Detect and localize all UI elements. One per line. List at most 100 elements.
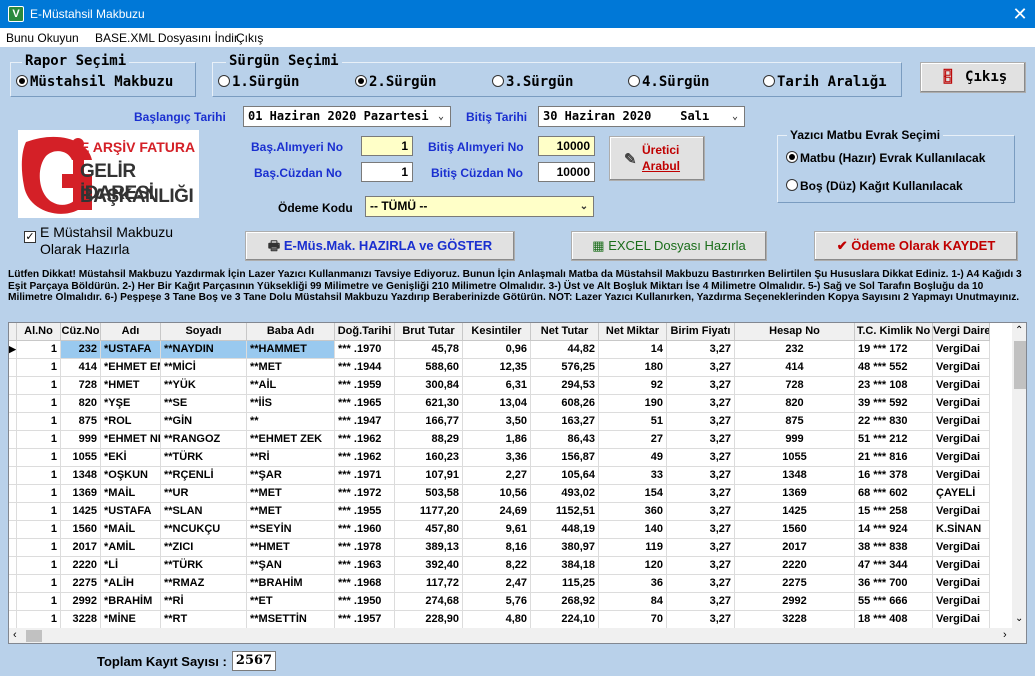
table-cell[interactable]: 16 *** 378 (855, 467, 933, 485)
table-cell[interactable]: 190 (599, 395, 667, 413)
table-row[interactable]: 1414*EHMET EMİN**MİCİ**MET*** .1944588,6… (9, 359, 1012, 377)
table-cell[interactable]: 3,27 (667, 485, 735, 503)
radio-surgun-4[interactable]: 4.Sürgün (628, 74, 709, 90)
table-cell[interactable]: 2017 (735, 539, 855, 557)
table-cell[interactable]: 48 *** 552 (855, 359, 933, 377)
table-cell[interactable]: 39 *** 592 (855, 395, 933, 413)
table-cell[interactable]: 3,27 (667, 359, 735, 377)
column-header[interactable]: Brut Tutar (395, 323, 463, 341)
table-cell[interactable]: 1369 (735, 485, 855, 503)
bit-cuz-input[interactable]: 10000 (538, 162, 595, 182)
table-cell[interactable]: *** .1963 (335, 557, 395, 575)
table-cell[interactable]: 4,80 (463, 611, 531, 629)
table-cell[interactable]: 8,22 (463, 557, 531, 575)
table-cell[interactable]: 1369 (61, 485, 101, 503)
table-cell[interactable]: 38 *** 838 (855, 539, 933, 557)
table-cell[interactable]: 105,64 (531, 467, 599, 485)
table-cell[interactable]: 1560 (61, 521, 101, 539)
table-cell[interactable]: **HMET (247, 539, 335, 557)
table-cell[interactable]: 1 (17, 467, 61, 485)
table-cell[interactable]: *BRAHİM (101, 593, 161, 611)
table-cell[interactable]: 120 (599, 557, 667, 575)
table-cell[interactable]: 119 (599, 539, 667, 557)
scroll-down-icon[interactable]: ⌄ (1015, 613, 1023, 624)
table-cell[interactable]: 1 (17, 413, 61, 431)
table-cell[interactable]: 92 (599, 377, 667, 395)
table-cell[interactable]: 5,76 (463, 593, 531, 611)
table-cell[interactable]: *** .1970 (335, 341, 395, 359)
table-cell[interactable]: 875 (61, 413, 101, 431)
menu-bunu-okuyun[interactable]: Bunu Okuyun (6, 31, 79, 45)
table-cell[interactable]: *** .1959 (335, 377, 395, 395)
table-cell[interactable]: **İİS (247, 395, 335, 413)
table-cell[interactable]: **ŞAR (247, 467, 335, 485)
table-cell[interactable]: 8,16 (463, 539, 531, 557)
table-cell[interactable]: 180 (599, 359, 667, 377)
table-cell[interactable]: 24,69 (463, 503, 531, 521)
table-cell[interactable]: 728 (61, 377, 101, 395)
table-cell[interactable]: **TÜRK (161, 557, 247, 575)
table-cell[interactable]: 1,86 (463, 431, 531, 449)
table-cell[interactable]: 1 (17, 341, 61, 359)
table-cell[interactable]: 3,27 (667, 467, 735, 485)
table-cell[interactable]: *EHMET NECAT (101, 431, 161, 449)
table-cell[interactable]: 36 *** 700 (855, 575, 933, 593)
table-cell[interactable]: 728 (735, 377, 855, 395)
table-row[interactable]: 1 2220 *Lİ **TÜRK **ŞAN *** .1963 392,40 8,22 38… (9, 557, 1012, 575)
column-header[interactable]: Soyadı (161, 323, 247, 341)
table-cell[interactable]: 1 (17, 611, 61, 629)
table-cell[interactable]: 68 *** 602 (855, 485, 933, 503)
table-cell[interactable]: *EKİ (101, 449, 161, 467)
radio-tarih-araligi[interactable]: Tarih Aralığı (763, 74, 887, 90)
table-cell[interactable]: 3,27 (667, 413, 735, 431)
table-cell[interactable]: 36 (599, 575, 667, 593)
horizontal-scrollbar[interactable]: ‹ › (9, 628, 1026, 643)
radio-mustahsil[interactable]: Müstahsil Makbuzu (16, 74, 173, 90)
table-cell[interactable]: *** .1960 (335, 521, 395, 539)
table-cell[interactable]: VergiDai (933, 503, 990, 521)
scroll-h-thumb[interactable] (26, 630, 42, 642)
table-cell[interactable]: **SE (161, 395, 247, 413)
table-cell[interactable]: 84 (599, 593, 667, 611)
column-header[interactable]: Birim Fiyatı (667, 323, 735, 341)
end-date-select[interactable]: 30 Haziran 2020 Salı ⌄ (538, 106, 745, 127)
table-cell[interactable]: *** .1955 (335, 503, 395, 521)
table-cell[interactable]: ÇAYELİ (933, 485, 990, 503)
table-cell[interactable]: 3,27 (667, 575, 735, 593)
table-cell[interactable]: 14 *** 924 (855, 521, 933, 539)
mustahsil-checkbox[interactable]: ✓ (24, 231, 36, 243)
excel-button[interactable]: ▦ EXCEL Dosyası Hazırla (571, 231, 767, 261)
table-cell[interactable]: **TÜRK (161, 449, 247, 467)
odeme-kaydet-button[interactable]: ✔ Ödeme Olarak KAYDET (814, 231, 1018, 261)
table-cell[interactable]: VergiDai (933, 431, 990, 449)
table-cell[interactable]: **SEYİN (247, 521, 335, 539)
column-header[interactable]: Net Miktar (599, 323, 667, 341)
exit-button[interactable]: 🚪︎ Çıkış (920, 62, 1026, 93)
table-cell[interactable]: 294,53 (531, 377, 599, 395)
table-cell[interactable]: **BRAHİM (247, 575, 335, 593)
table-cell[interactable]: 2992 (735, 593, 855, 611)
table-cell[interactable]: 1152,51 (531, 503, 599, 521)
table-cell[interactable]: 3,27 (667, 395, 735, 413)
table-cell[interactable]: *OŞKUN (101, 467, 161, 485)
table-cell[interactable]: **NAYDIN (161, 341, 247, 359)
table-cell[interactable]: *** .1978 (335, 539, 395, 557)
radio-bos[interactable]: Boş (Düz) Kağıt Kullanılacak (786, 179, 963, 193)
column-header[interactable]: Kesintiler (463, 323, 531, 341)
table-row[interactable]: 1 2275 *ALİH **RMAZ **BRAHİM *** .1968 117,72 2… (9, 575, 1012, 593)
table-cell[interactable]: 493,02 (531, 485, 599, 503)
table-cell[interactable]: 140 (599, 521, 667, 539)
column-header[interactable]: Net Tutar (531, 323, 599, 341)
table-row[interactable]: ▶ 1 232 *USTAFA **NAYDIN **HAMMET *** .1970 45,… (9, 341, 1012, 359)
table-cell[interactable]: **Rİ (161, 593, 247, 611)
table-cell[interactable]: 999 (735, 431, 855, 449)
radio-surgun-2[interactable]: 2.Sürgün (355, 74, 436, 90)
table-cell[interactable]: 1 (17, 377, 61, 395)
table-cell[interactable]: *MİNE (101, 611, 161, 629)
table-cell[interactable]: **ET (247, 593, 335, 611)
table-row[interactable]: 1 728 *HMET **YÜK **AİL *** .1959 300,84 6,31 29… (9, 377, 1012, 395)
table-cell[interactable]: 3,27 (667, 341, 735, 359)
table-cell[interactable]: 414 (61, 359, 101, 377)
table-cell[interactable]: 2017 (61, 539, 101, 557)
table-cell[interactable]: 10,56 (463, 485, 531, 503)
